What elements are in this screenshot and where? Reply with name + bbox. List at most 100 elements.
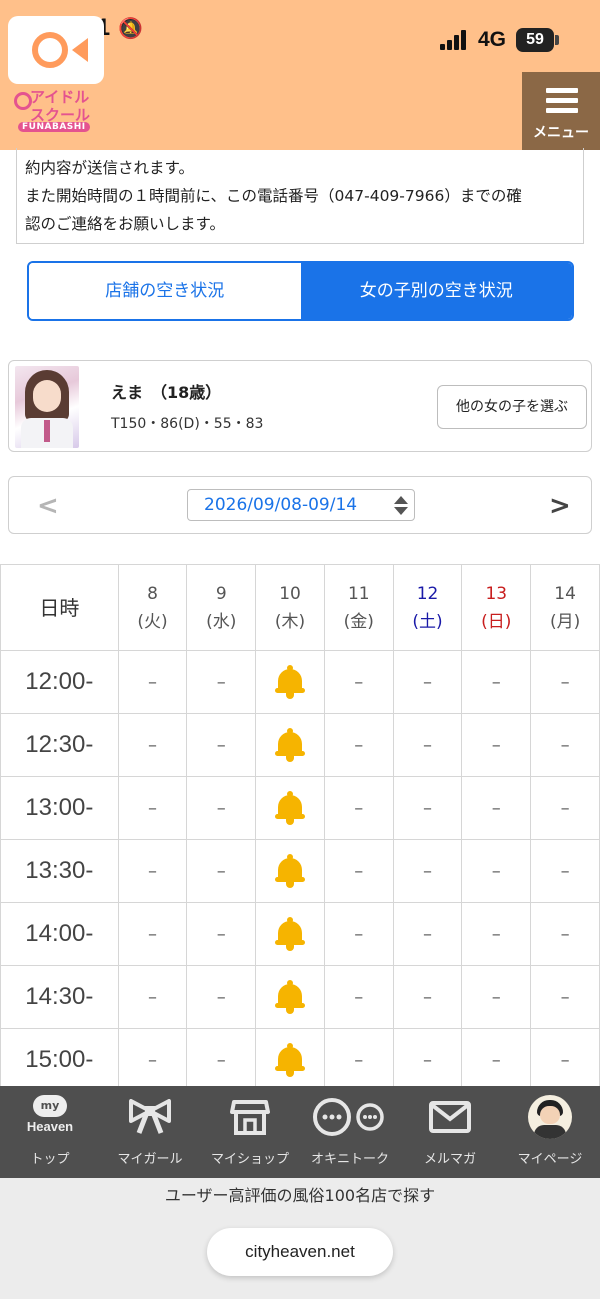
slot-unavailable-cell: – <box>323 965 394 1029</box>
slot-unavailable-cell: – <box>186 902 257 966</box>
time-slot-label: 12:30- <box>0 713 119 777</box>
time-slot-label: 15:00- <box>0 1028 119 1092</box>
slot-request-cell[interactable] <box>255 776 325 840</box>
slot-unavailable-cell: – <box>186 1028 257 1092</box>
slot-unavailable-cell: – <box>186 839 257 903</box>
logo-text: アイドルスクール <box>30 88 91 124</box>
nav-label: マイページ <box>517 1152 583 1167</box>
promo-banner[interactable]: ユーザー高評価の風俗100名店で探す <box>0 1182 600 1206</box>
tab-girl-availability[interactable]: 女の子別の空き状況 <box>300 263 572 319</box>
slot-unavailable-cell: – <box>117 713 188 777</box>
slot-unavailable-cell: – <box>461 713 532 777</box>
slot-request-cell[interactable] <box>255 839 325 903</box>
slot-request-cell[interactable] <box>255 902 325 966</box>
chat-icon <box>313 1098 384 1136</box>
nav-my-shop[interactable]: マイショップ <box>200 1086 300 1178</box>
status-bar: 9:41 🔕 4G 59 <box>0 0 600 84</box>
bell-icon <box>275 728 306 762</box>
slot-unavailable-cell: – <box>461 1028 532 1092</box>
address-bar[interactable]: cityheaven.net <box>207 1228 393 1276</box>
hamburger-icon <box>546 88 578 118</box>
day-number: 11 <box>347 583 370 604</box>
day-header: 10 (木) <box>255 564 325 651</box>
slot-unavailable-cell: – <box>392 713 463 777</box>
nav-label: オキニトーク <box>310 1152 389 1167</box>
girl-name: えま （18歳） <box>111 379 221 403</box>
nav-label: マイショップ <box>210 1152 289 1167</box>
nav-top[interactable]: my Heaven トップ <box>0 1086 100 1178</box>
tab-store-availability[interactable]: 店舗の空き状況 <box>29 263 301 319</box>
time-slot-row: 14:30- – – – – – – <box>0 965 600 1029</box>
time-slot-label: 14:00- <box>0 902 119 966</box>
prev-week-chevron-icon[interactable]: < <box>37 491 59 521</box>
day-of-week: (木) <box>274 611 306 632</box>
slot-unavailable-cell: – <box>530 839 600 903</box>
slot-unavailable-cell: – <box>117 650 188 714</box>
nav-okini-talk[interactable]: オキニトーク <box>300 1086 400 1178</box>
time-slot-row: 14:00- – – – – – – <box>0 902 600 966</box>
day-number: 14 <box>554 583 576 604</box>
slot-unavailable-cell: – <box>530 902 600 966</box>
day-of-week: (金) <box>343 611 374 632</box>
slot-request-cell[interactable] <box>255 965 325 1029</box>
slot-unavailable-cell: – <box>117 776 188 840</box>
time-slot-row: 12:30- – – – – – – <box>0 713 600 777</box>
day-of-week: (火) <box>137 611 168 632</box>
signal-icon <box>440 30 470 50</box>
bell-icon <box>275 1043 306 1077</box>
slot-unavailable-cell: – <box>530 713 600 777</box>
header-bar: 9:41 🔕 4G 59 アイドルスクール FUNABASHI メニュー <box>0 0 600 150</box>
girl-measurements: T150・86(D)・55・83 <box>111 416 264 432</box>
slot-unavailable-cell: – <box>323 839 394 903</box>
slot-unavailable-cell: – <box>461 776 532 840</box>
slot-unavailable-cell: – <box>392 902 463 966</box>
week-navigator: < 2026/09/08-09/14 > <box>8 476 592 534</box>
slot-unavailable-cell: – <box>392 650 463 714</box>
nav-my-page[interactable]: マイページ <box>500 1086 600 1178</box>
slot-unavailable-cell: – <box>323 1028 394 1092</box>
slot-unavailable-cell: – <box>461 902 532 966</box>
next-week-chevron-icon[interactable]: > <box>549 491 571 521</box>
ribbon-icon <box>129 1099 171 1134</box>
bell-icon <box>275 917 306 951</box>
day-number: 13 <box>485 583 508 604</box>
bottom-navigation: my Heaven トップ マイガール マイショップ オキニトーク メルマガ マ… <box>0 1086 600 1178</box>
schedule-header-row: 日時 8 (火) 9 (水) 10 (木) 11 (金) 12 (土) 13 (日) 14 (月) <box>0 564 600 651</box>
day-of-week: (水) <box>206 611 237 632</box>
slot-unavailable-cell: – <box>186 650 257 714</box>
slot-unavailable-cell: – <box>530 650 600 714</box>
choose-other-girl-button[interactable]: 他の女の子を選ぶ <box>437 385 587 429</box>
site-logo[interactable]: アイドルスクール FUNABASHI <box>14 86 94 138</box>
time-slot-row: 12:00- – – – – – – <box>0 650 600 714</box>
slot-unavailable-cell: – <box>117 965 188 1029</box>
slot-request-cell[interactable] <box>255 713 325 777</box>
slot-unavailable-cell: – <box>117 839 188 903</box>
slot-unavailable-cell: – <box>530 776 600 840</box>
nav-label: トップ <box>30 1152 70 1167</box>
slot-request-cell[interactable] <box>255 1028 325 1092</box>
nav-my-girl[interactable]: マイガール <box>100 1086 200 1178</box>
slot-request-cell[interactable] <box>255 650 325 714</box>
slot-unavailable-cell: – <box>461 965 532 1029</box>
network-type: 4G <box>478 28 507 51</box>
bell-icon <box>275 854 306 888</box>
menu-button[interactable]: メニュー <box>522 72 600 150</box>
logo-subtext: FUNABASHI <box>18 122 90 132</box>
day-header: 12 (土) <box>392 564 463 651</box>
slot-unavailable-cell: – <box>186 713 257 777</box>
bell-icon <box>275 980 306 1014</box>
girl-photo[interactable] <box>15 366 79 448</box>
slot-unavailable-cell: – <box>323 713 394 777</box>
bell-icon <box>275 791 306 825</box>
availability-toggle: 店舗の空き状況 女の子別の空き状況 <box>27 261 574 321</box>
select-updown-icon <box>394 494 408 516</box>
slot-unavailable-cell: – <box>117 902 188 966</box>
girl-name-text: えま <box>111 383 144 402</box>
week-select[interactable]: 2026/09/08-09/14 <box>187 489 415 521</box>
day-header: 9 (水) <box>186 564 257 651</box>
slot-unavailable-cell: – <box>186 776 257 840</box>
time-slot-row: 13:00- – – – – – – <box>0 776 600 840</box>
silent-bell-icon: 🔕 <box>118 16 143 40</box>
nav-mail-magazine[interactable]: メルマガ <box>400 1086 500 1178</box>
bell-icon <box>275 665 306 699</box>
